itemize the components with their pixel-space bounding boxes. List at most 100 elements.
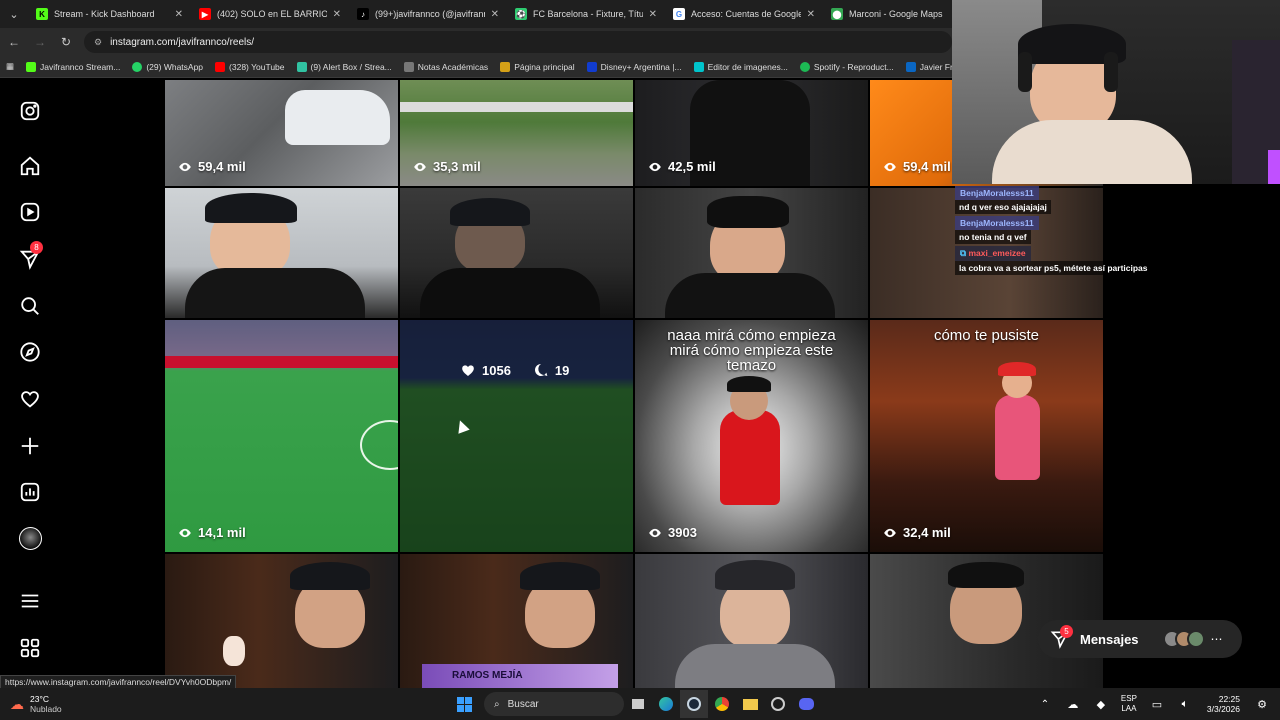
obs-icon[interactable]	[764, 690, 792, 718]
browser-tab[interactable]: ▶ (402) SOLO en EL BARRIO DE L ✕	[191, 0, 349, 28]
bookmark-item[interactable]: (328) YouTube	[209, 61, 290, 72]
search-icon[interactable]	[18, 294, 42, 318]
youtube-icon: ▶	[199, 8, 211, 20]
steam-icon[interactable]	[680, 690, 708, 718]
weather-widget[interactable]: ☁ 23°C Nublado	[10, 694, 100, 714]
browser-tab[interactable]: ⬤ Marconi - Google Maps	[823, 0, 953, 28]
view-count: 14,1 mil	[198, 525, 246, 540]
windows-start-icon[interactable]	[450, 690, 478, 718]
profile-avatar[interactable]	[18, 526, 42, 550]
chat-text: la cobra va a sortear ps5, métete así pa…	[955, 261, 1152, 275]
close-tab-icon[interactable]: ✕	[333, 9, 341, 20]
tiktok-icon: ♪	[357, 8, 369, 20]
task-view-icon[interactable]	[624, 690, 652, 718]
volume-icon[interactable]: 🔈︎	[1171, 690, 1199, 718]
browser-tab[interactable]: ⚽ FC Barcelona - Fixture, Títulos y ✕	[507, 0, 665, 28]
close-tab-icon[interactable]: ✕	[649, 9, 657, 20]
back-arrow-icon[interactable]: ←	[2, 30, 26, 54]
play-views-icon	[649, 528, 661, 537]
barcelona-site-icon: ⚽	[515, 8, 527, 20]
notifications-heart-icon[interactable]	[18, 387, 42, 411]
reel-tile[interactable]	[165, 188, 398, 318]
more-menu-icon[interactable]	[18, 589, 42, 613]
also-from-meta-icon[interactable]	[18, 636, 42, 660]
view-count: 42,5 mil	[668, 159, 716, 174]
site-info-icon[interactable]: ⚙	[94, 37, 102, 48]
heart-icon	[462, 365, 474, 376]
taskbar-search[interactable]: ⌕ Buscar	[484, 692, 624, 716]
reel-tile[interactable]: cómo te pusiste 32,4 mil	[870, 320, 1103, 552]
forward-arrow-icon[interactable]: →	[28, 30, 52, 54]
reel-tile[interactable]: 59,4 mil	[165, 80, 398, 186]
create-plus-icon[interactable]	[18, 434, 42, 458]
messages-count-badge: 5	[1060, 625, 1073, 638]
reel-tile[interactable]	[400, 188, 633, 318]
bookmark-item[interactable]: Editor de imagenes...	[688, 61, 794, 72]
tab-search-chevron-icon[interactable]: ⌄	[0, 0, 28, 28]
chat-message: ⧉ maxi_emeizee la cobra va a sortear ps5…	[955, 246, 1280, 275]
close-tab-icon[interactable]: ✕	[807, 9, 815, 20]
reload-icon[interactable]: ↻	[54, 30, 78, 54]
reel-tile-hovered[interactable]: 1056 19	[400, 320, 633, 552]
bookmark-item[interactable]: Notas Académicas	[398, 61, 494, 72]
reel-caption: cómo te pusiste	[933, 327, 1040, 344]
chat-badge-icon: ⧉	[960, 248, 967, 258]
browser-tab[interactable]: G Acceso: Cuentas de Google ✕	[665, 0, 823, 28]
edge-browser-icon[interactable]	[652, 690, 680, 718]
network-icon[interactable]: ▭	[1143, 690, 1171, 718]
browser-tab[interactable]: ♪ (99+)javifrannco (@javifrannco ✕	[349, 0, 507, 28]
streamer-webcam	[952, 0, 1280, 184]
reel-tile[interactable]	[635, 554, 868, 688]
reel-tile[interactable]: naaa mirá cómo empieza mirá cómo empieza…	[635, 320, 868, 552]
onedrive-icon[interactable]: ☁	[1059, 690, 1087, 718]
apps-grid-icon[interactable]: ▦	[0, 61, 20, 72]
google-maps-icon: ⬤	[831, 8, 843, 20]
bookmark-item[interactable]: Spotify - Reproduct...	[794, 61, 900, 72]
explore-icon[interactable]	[18, 340, 42, 364]
chat-username: ⧉ maxi_emeizee	[955, 246, 1031, 261]
bookmarks-bar: ▦ Javifrannco Stream... (29) WhatsApp (3…	[0, 56, 985, 78]
reels-icon[interactable]	[18, 200, 42, 224]
reel-tile[interactable]	[635, 188, 868, 318]
clock[interactable]: 22:25 3/3/2026	[1207, 694, 1240, 714]
language-indicator[interactable]: ESP LAA	[1121, 694, 1137, 714]
file-explorer-icon[interactable]	[736, 690, 764, 718]
chrome-icon[interactable]	[708, 690, 736, 718]
messages-drawer-button[interactable]: 5 Mensajes ⋯	[1038, 620, 1242, 658]
bookmark-item[interactable]: (29) WhatsApp	[126, 61, 209, 72]
app-tray-icon[interactable]: ◆	[1087, 690, 1115, 718]
play-views-icon	[884, 528, 896, 537]
reel-tile[interactable]: 14,1 mil	[165, 320, 398, 552]
dashboard-icon[interactable]	[18, 480, 42, 504]
home-icon[interactable]	[18, 154, 42, 178]
browser-tab[interactable]: K Stream - Kick Dashboard ✕	[28, 0, 191, 28]
messages-icon[interactable]: 8	[18, 241, 43, 271]
weather-icon: ☁	[10, 695, 24, 712]
play-views-icon	[414, 162, 426, 171]
more-options-icon[interactable]: ⋯	[1211, 632, 1223, 646]
bookmark-item[interactable]: Javifrannco Stream...	[20, 61, 126, 72]
comment-icon	[534, 363, 548, 376]
messages-label: Mensajes	[1080, 631, 1139, 647]
discord-icon[interactable]	[792, 690, 820, 718]
instagram-logo-icon[interactable]	[18, 99, 42, 123]
bookmark-item[interactable]: (9) Alert Box / Strea...	[291, 61, 398, 72]
stream-chat: BenjaMoralesss11 nd q ver eso ajajajajaj…	[955, 186, 1280, 277]
conversation-avatars	[1162, 630, 1205, 648]
close-tab-icon[interactable]: ✕	[175, 9, 183, 20]
chat-message: BenjaMoralesss11 no tenia nd q vef	[955, 216, 1280, 244]
reel-tile[interactable]: 35,3 mil	[400, 80, 633, 186]
url-field[interactable]: ⚙ instagram.com/javifrannco/reels/	[84, 31, 952, 53]
show-hidden-icons-chevron[interactable]: ⌃	[1031, 690, 1059, 718]
close-tab-icon[interactable]: ✕	[491, 9, 499, 20]
reel-tile[interactable]: 42,5 mil	[635, 80, 868, 186]
reel-tile[interactable]: RAMOS MEJÍA	[400, 554, 633, 688]
bookmark-item[interactable]: Disney+ Argentina |...	[581, 61, 688, 72]
reel-tile[interactable]	[165, 554, 398, 688]
notifications-bell-icon[interactable]: ⚙	[1248, 690, 1276, 718]
play-views-icon	[649, 162, 661, 171]
bookmark-item[interactable]: Página principal	[494, 61, 580, 72]
car-thumbnail	[285, 90, 390, 145]
banner-text: RAMOS MEJÍA	[452, 670, 523, 681]
view-count: 59,4 mil	[198, 159, 246, 174]
